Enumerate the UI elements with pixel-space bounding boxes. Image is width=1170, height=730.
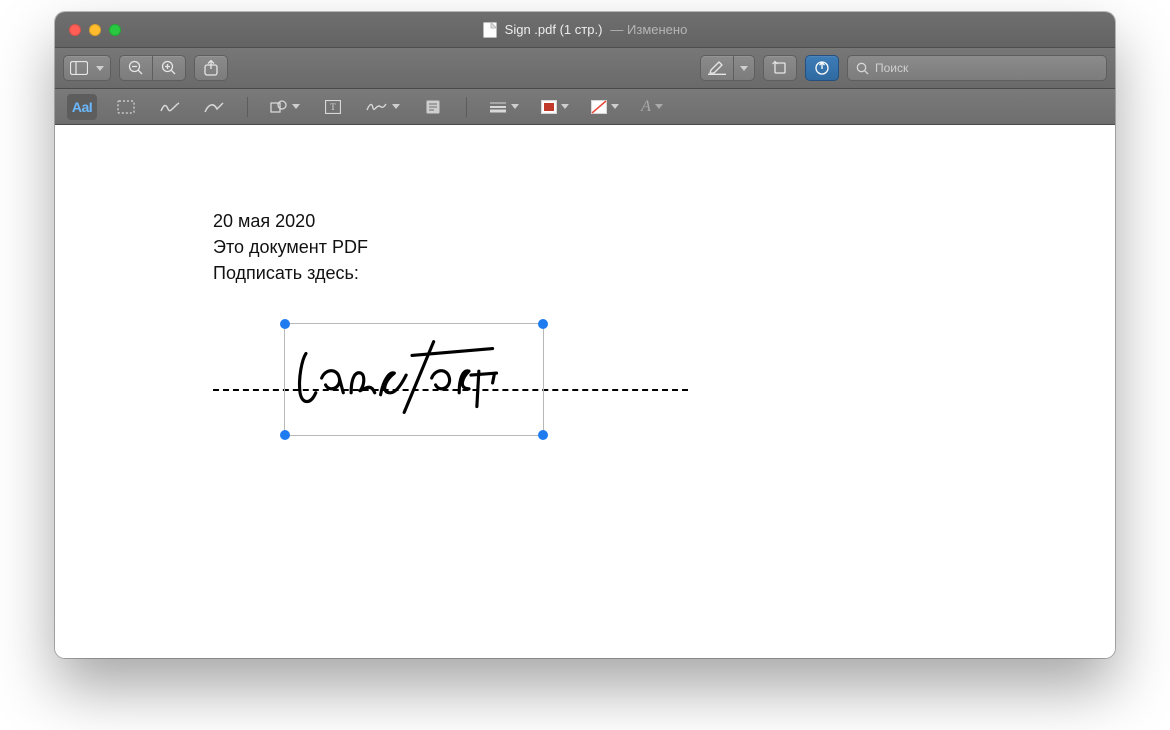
- shapes-button[interactable]: [266, 94, 304, 120]
- draw-icon: [204, 100, 224, 114]
- doc-line-2: Это документ PDF: [213, 234, 368, 260]
- chevron-down-icon: [740, 66, 748, 71]
- chevron-down-icon: [655, 104, 663, 109]
- text-box-icon: T: [325, 100, 341, 114]
- resize-handle-top-left[interactable]: [280, 319, 290, 329]
- sketch-icon: [160, 100, 180, 114]
- fill-color-icon: [591, 100, 607, 114]
- text-style-button[interactable]: AaI: [67, 94, 97, 120]
- rotate-button[interactable]: [763, 55, 797, 81]
- svg-text:T: T: [330, 102, 336, 112]
- chevron-down-icon: [511, 104, 519, 109]
- highlight-button[interactable]: [700, 55, 734, 81]
- markup-icon: [814, 60, 830, 76]
- rect-select-button[interactable]: [111, 94, 141, 120]
- note-button[interactable]: [418, 94, 448, 120]
- border-color-icon: [541, 100, 557, 114]
- search-field[interactable]: [847, 55, 1107, 81]
- signature-selection[interactable]: [284, 323, 544, 436]
- document-area[interactable]: 20 мая 2020 Это документ PDF Подписать з…: [55, 125, 1115, 658]
- sketch-button[interactable]: [155, 94, 185, 120]
- doc-line-3: Подписать здесь:: [213, 260, 368, 286]
- titlebar: Sign .pdf (1 стр.) — Изменено: [55, 12, 1115, 48]
- chevron-down-icon: [561, 104, 569, 109]
- divider: [247, 97, 248, 117]
- window-controls: [55, 24, 121, 36]
- border-color-button[interactable]: [537, 94, 573, 120]
- main-toolbar: [55, 48, 1115, 89]
- pdf-page: 20 мая 2020 Это документ PDF Подписать з…: [55, 125, 1115, 658]
- font-style-button[interactable]: A: [637, 94, 667, 120]
- share-icon: [204, 60, 218, 76]
- resize-handle-top-right[interactable]: [538, 319, 548, 329]
- rect-select-icon: [117, 100, 135, 114]
- resize-handle-bottom-left[interactable]: [280, 430, 290, 440]
- rotate-icon: [772, 60, 788, 76]
- zoom-in-button[interactable]: [152, 55, 186, 81]
- signature-glyph: [285, 324, 543, 435]
- chevron-down-icon: [392, 104, 400, 109]
- document-text: 20 мая 2020 Это документ PDF Подписать з…: [213, 208, 368, 286]
- share-button[interactable]: [194, 55, 228, 81]
- document-icon: [483, 22, 497, 38]
- search-icon: [856, 62, 869, 75]
- font-a-icon: A: [641, 98, 651, 116]
- close-window-button[interactable]: [69, 24, 81, 36]
- chevron-down-icon: [96, 66, 104, 71]
- line-style-button[interactable]: [485, 94, 523, 120]
- text-box-button[interactable]: T: [318, 94, 348, 120]
- zoom-in-icon: [161, 60, 177, 76]
- shapes-icon: [270, 100, 288, 114]
- markup-toolbar: AaI: [55, 89, 1115, 125]
- app-window: Sign .pdf (1 стр.) — Изменено: [55, 12, 1115, 658]
- highlighter-icon: [708, 61, 726, 75]
- chevron-down-icon: [292, 104, 300, 109]
- draw-button[interactable]: [199, 94, 229, 120]
- markup-toggle-button[interactable]: [805, 55, 839, 81]
- zoom-out-icon: [128, 60, 144, 76]
- highlight-menu-button[interactable]: [733, 55, 755, 81]
- divider: [466, 97, 467, 117]
- zoom-out-button[interactable]: [119, 55, 153, 81]
- resize-handle-bottom-right[interactable]: [538, 430, 548, 440]
- window-status: — Изменено: [610, 22, 687, 37]
- minimize-window-button[interactable]: [89, 24, 101, 36]
- doc-line-1: 20 мая 2020: [213, 208, 368, 234]
- note-icon: [426, 100, 440, 114]
- window-title-text: Sign .pdf (1 стр.): [505, 22, 603, 37]
- line-style-icon: [489, 101, 507, 113]
- sign-button[interactable]: [362, 94, 404, 120]
- chevron-down-icon: [611, 104, 619, 109]
- zoom-window-button[interactable]: [109, 24, 121, 36]
- fill-color-button[interactable]: [587, 94, 623, 120]
- sidebar-toggle-button[interactable]: [63, 55, 111, 81]
- text-style-label: AaI: [72, 99, 92, 115]
- search-input[interactable]: [875, 61, 1098, 75]
- sidebar-icon: [70, 61, 88, 75]
- window-title: Sign .pdf (1 стр.) — Изменено: [55, 22, 1115, 38]
- sign-icon: [366, 100, 388, 114]
